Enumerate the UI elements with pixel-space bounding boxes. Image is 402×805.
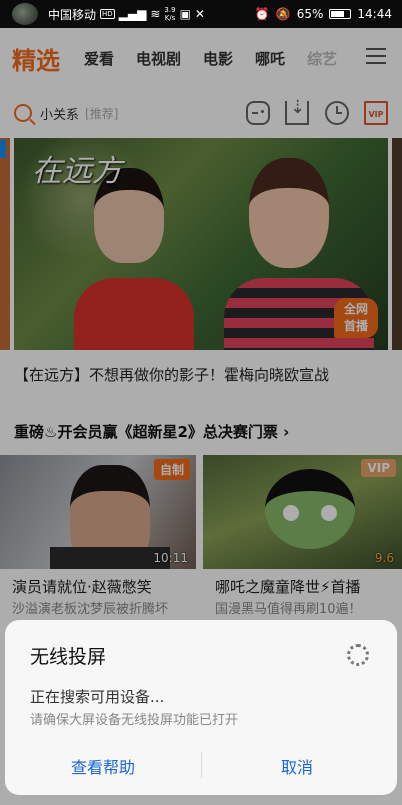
battery-icon xyxy=(329,9,352,19)
clock: 14:44 xyxy=(357,7,392,21)
alarm-icon: ⏰ xyxy=(254,7,270,21)
dialog-message: 正在搜索可用设备... xyxy=(30,688,165,706)
help-button[interactable]: 查看帮助 xyxy=(71,754,135,778)
close-notification-icon: ✕ xyxy=(194,7,205,21)
screenshot-icon: ▣ xyxy=(179,7,191,21)
battery-percent: 65% xyxy=(296,7,324,21)
signal-icon: ▂▄▆ xyxy=(118,7,147,21)
mute-icon: 🔕 xyxy=(275,7,291,21)
cancel-button[interactable]: 取消 xyxy=(281,754,313,778)
cast-dialog: 无线投屏 正在搜索可用设备... 请确保大屏设备无线投屏功能已打开 查看帮助 取… xyxy=(5,620,397,795)
network-speed: 3.9 K/s xyxy=(164,6,176,22)
wifi-icon: ≋ xyxy=(150,7,161,21)
loading-spinner-icon xyxy=(347,644,369,666)
carrier-label: 中国移动 xyxy=(48,7,97,22)
status-bar: 中国移动 HD ▂▄▆ ≋ 3.9 K/s ▣ ✕ ⏰ 🔕 65% 14:44 xyxy=(0,0,402,28)
button-divider xyxy=(201,752,202,778)
dialog-title: 无线投屏 xyxy=(30,646,107,668)
dialog-hint: 请确保大屏设备无线投屏功能已打开 xyxy=(30,713,239,728)
notification-avatar-icon xyxy=(12,3,38,25)
hd-icon: HD xyxy=(100,9,115,19)
